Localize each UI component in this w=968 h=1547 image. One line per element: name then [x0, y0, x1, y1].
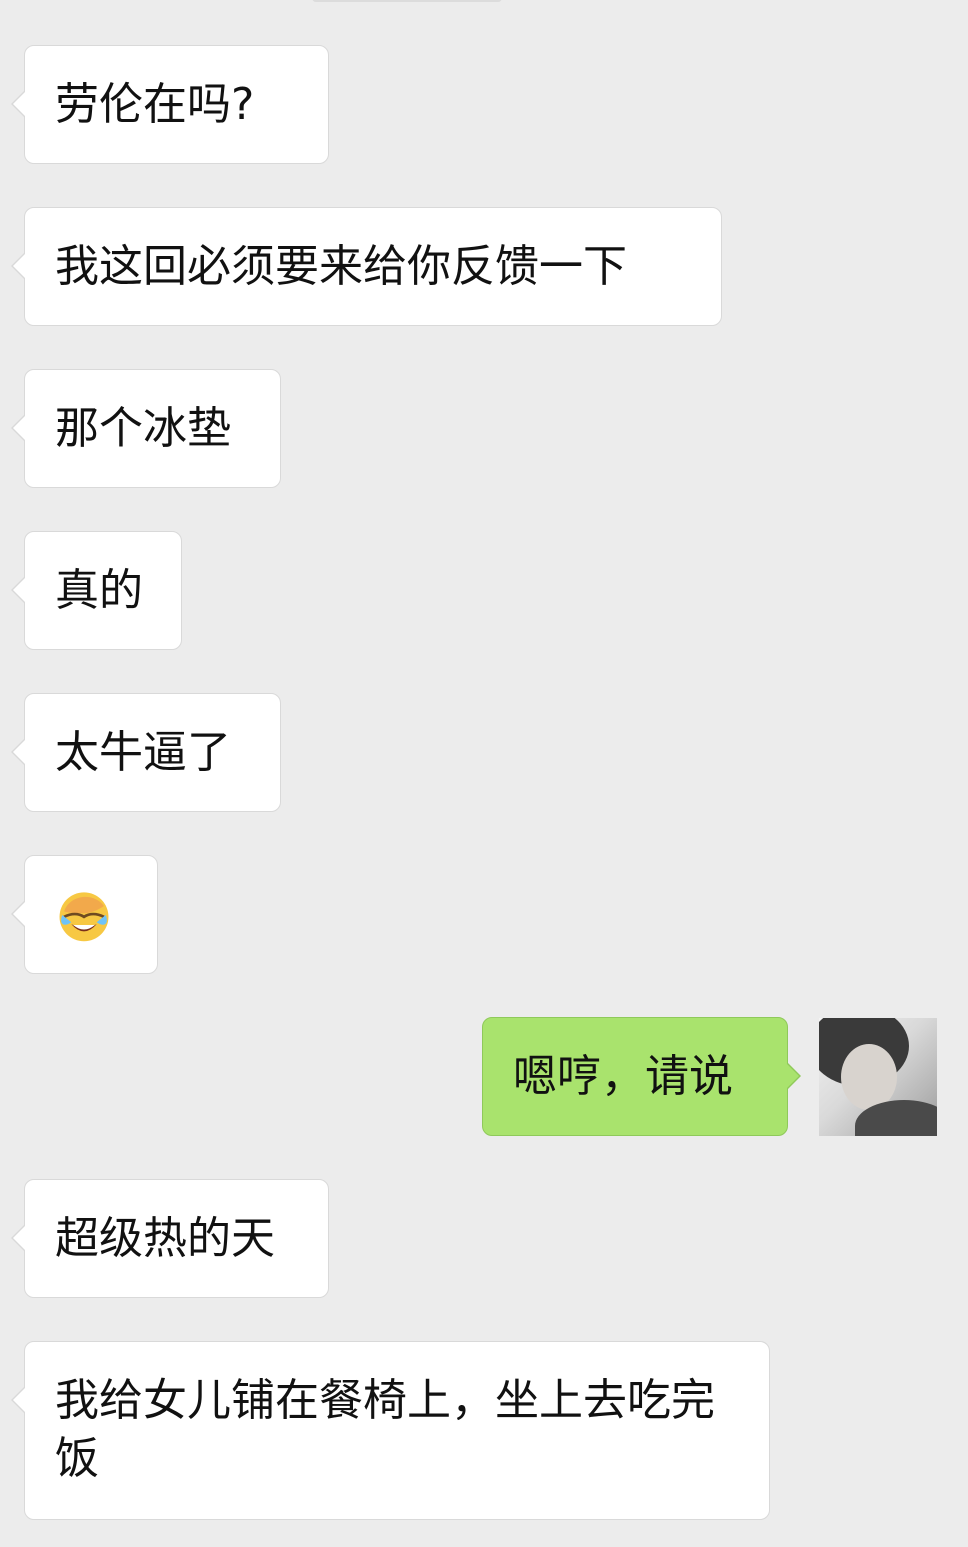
incoming-message-bubble[interactable]: 太牛逼了	[11, 693, 281, 812]
message-text: 我这回必须要来给你反馈一下	[55, 241, 627, 292]
incoming-message-bubble[interactable]: 劳伦在吗?	[11, 45, 329, 164]
message-text: 真的	[55, 565, 143, 616]
previous-item-stub	[312, 0, 502, 2]
message-text: 我给女儿铺在餐椅上，坐上去吃完饭	[55, 1375, 715, 1484]
outgoing-message-bubble[interactable]: 嗯哼，请说	[482, 1017, 801, 1136]
incoming-message-bubble[interactable]: 我给女儿铺在餐椅上，坐上去吃完饭	[11, 1341, 770, 1520]
message-text: 太牛逼了	[55, 727, 231, 778]
incoming-message-bubble[interactable]: 超级热的天	[11, 1179, 329, 1298]
message-text: 劳伦在吗?	[55, 79, 255, 130]
message-text: 超级热的天	[55, 1213, 275, 1264]
message-text: 那个冰垫	[55, 403, 231, 454]
message-text: 嗯哼，请说	[513, 1051, 733, 1102]
face-palm-laughing-emoji	[59, 892, 109, 942]
avatar[interactable]	[819, 1018, 937, 1136]
incoming-message-bubble[interactable]: 真的	[11, 531, 182, 650]
incoming-message-bubble[interactable]: 那个冰垫	[11, 369, 281, 488]
incoming-message-bubble[interactable]	[11, 855, 158, 974]
incoming-message-bubble[interactable]: 我这回必须要来给你反馈一下	[11, 207, 722, 326]
